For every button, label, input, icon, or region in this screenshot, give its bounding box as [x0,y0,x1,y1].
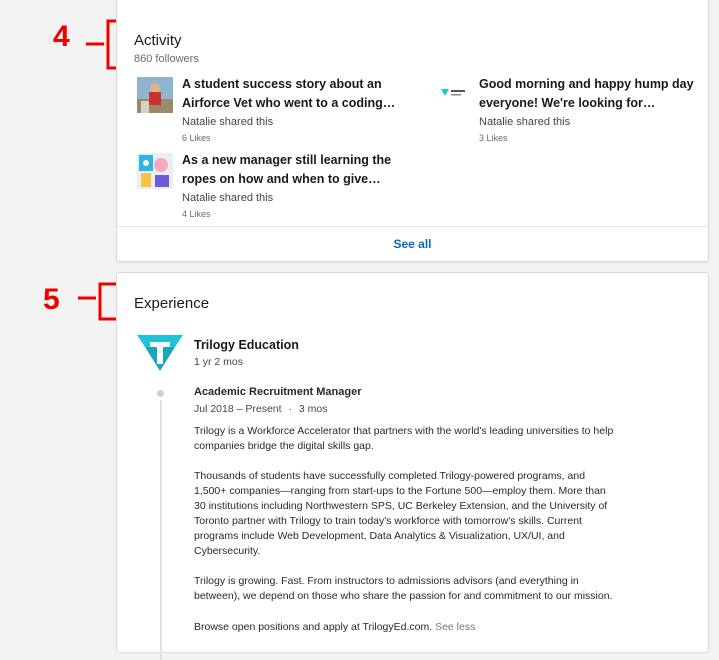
activity-title: Activity [134,32,182,49]
description-line: Trilogy is a Workforce Accelerator that … [194,425,614,437]
description-line: Trilogy is growing. Fast. From instructo… [194,575,579,587]
post-title-line1[interactable]: A student success story about an [182,75,382,94]
annotation-number-4: 4 [53,20,70,53]
post-shared-by: Natalie shared this [182,192,274,204]
post-likes[interactable]: 4 Likes [182,209,211,219]
post-title-line2[interactable]: everyone! We're looking for… [479,94,655,113]
timeline-line [160,400,162,660]
role-description-paragraph-3: Trilogy is growing. Fast. From instructo… [194,574,664,604]
veteran-photo-thumbnail[interactable] [137,77,173,113]
colorful-illustration-thumbnail[interactable] [137,153,173,189]
post-title-line1[interactable]: Good morning and happy hump day [479,75,694,94]
company-duration: 1 yr 2 mos [194,356,244,368]
experience-section: Experience Trilogy Education 1 yr 2 mos … [116,272,709,660]
post-shared-by: Natalie shared this [479,116,571,128]
role-title[interactable]: Academic Recruitment Manager [194,386,362,398]
role-description-paragraph-2: Thousands of students have successfully … [194,469,664,559]
dot-separator: · [288,403,292,415]
activity-divider [117,226,708,227]
followers-count: 860 followers [134,53,199,65]
description-line: Thousands of students have successfully … [194,470,586,482]
description-line: companies bridge the digital skills gap. [194,440,374,452]
see-less-button[interactable]: See less [435,621,475,633]
description-line: 30 institutions including Northwestern S… [194,500,608,512]
trilogy-t-logo[interactable] [137,333,183,373]
post-likes[interactable]: 6 Likes [182,133,211,143]
description-line: Cybersecurity. [194,545,261,557]
role-dates: Jul 2018 – Present [194,403,282,415]
description-line: programs include Web Development, Data A… [194,530,565,542]
experience-title: Experience [134,295,210,312]
description-line: Toronto partner with Trilogy to train to… [194,515,582,527]
role-description-paragraph-4: Browse open positions and apply at Trilo… [194,620,664,635]
annotation-number-5: 5 [43,283,60,316]
description-line: Browse open positions and apply at Trilo… [194,621,433,633]
role-duration: 3 mos [298,403,328,415]
post-likes[interactable]: 3 Likes [479,133,508,143]
timeline-dot [157,390,164,397]
description-line: 1,500+ companies—ranging from start-ups … [194,485,606,497]
activity-section: Activity 860 followers A student success… [116,0,709,262]
role-dates-row: Jul 2018 – Present · 3 mos [194,403,328,415]
company-name[interactable]: Trilogy Education [194,338,299,352]
post-shared-by: Natalie shared this [182,116,274,128]
post-title-line2[interactable]: ropes on how and when to give… [182,170,381,189]
description-line: between), we depend on those who share t… [194,590,613,602]
post-title-line2[interactable]: Airforce Vet who went to a coding… [182,94,395,113]
see-all-activity-button[interactable]: See all [117,237,708,251]
trilogy-logo-thumbnail[interactable] [435,77,471,113]
post-title-line1[interactable]: As a new manager still learning the [182,151,391,170]
role-description-paragraph-1: Trilogy is a Workforce Accelerator that … [194,424,664,454]
